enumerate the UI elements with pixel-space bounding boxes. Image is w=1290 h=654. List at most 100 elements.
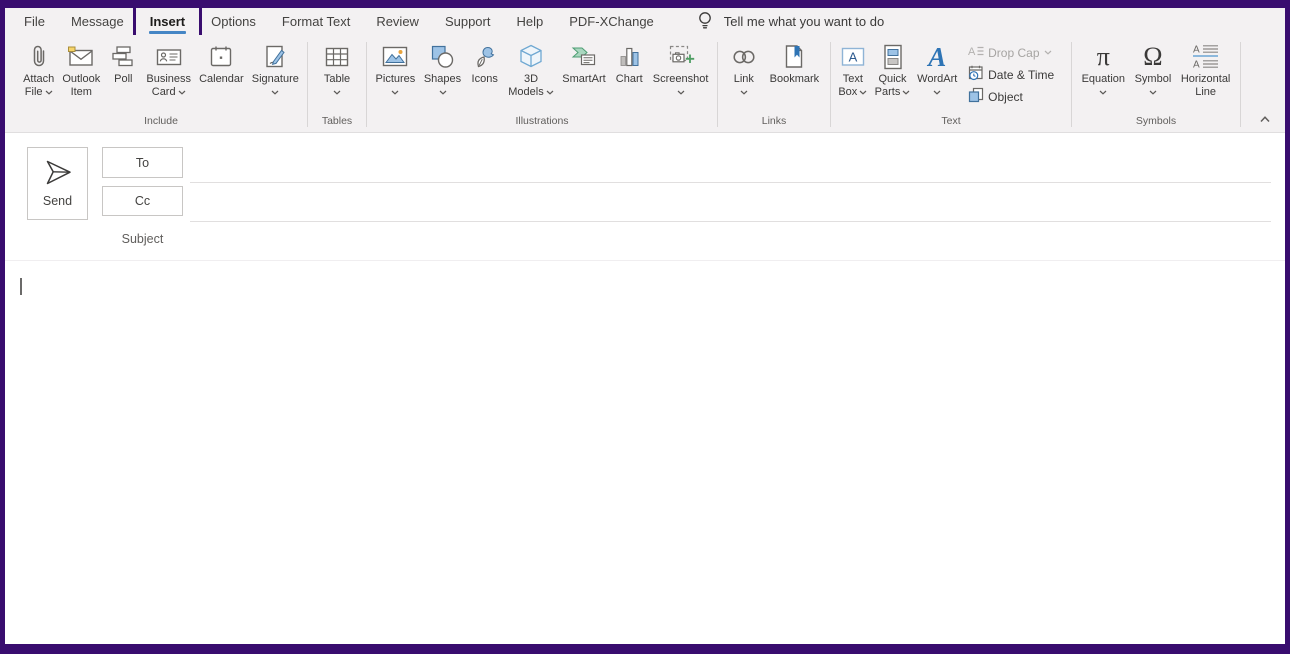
- link-button[interactable]: Link: [729, 35, 759, 115]
- tab-help[interactable]: Help: [503, 8, 556, 35]
- icons-button[interactable]: Icons: [470, 35, 500, 115]
- tab-support[interactable]: Support: [432, 8, 504, 35]
- chevron-down-icon: [45, 90, 53, 95]
- collapse-ribbon-button[interactable]: [1257, 113, 1273, 125]
- table-button[interactable]: Table: [322, 35, 352, 115]
- shapes-button[interactable]: Shapes: [424, 35, 461, 115]
- symbol-omega-icon: Ω: [1143, 40, 1162, 73]
- to-button[interactable]: To: [102, 147, 183, 178]
- tab-label: File: [24, 14, 45, 29]
- button-label: Line: [1195, 86, 1216, 99]
- signature-pen-icon: [260, 40, 290, 73]
- button-label: Card: [152, 86, 176, 99]
- quick-parts-icon: [878, 40, 908, 73]
- chevron-down-icon: [391, 90, 399, 95]
- button-label: File: [25, 86, 43, 99]
- wordart-icon: A: [928, 40, 946, 73]
- button-label: Business: [146, 73, 191, 86]
- screenshot-button[interactable]: Screenshot: [653, 35, 709, 115]
- button-label-line2: [271, 86, 279, 99]
- to-field[interactable]: [190, 182, 1271, 183]
- svg-text:A: A: [1193, 44, 1200, 55]
- signature-button[interactable]: Signature: [252, 35, 299, 115]
- poll-button[interactable]: Poll: [108, 35, 138, 115]
- 3d-models-button[interactable]: 3D Models: [508, 35, 553, 115]
- button-label-line2: [1149, 86, 1157, 99]
- ribbon: Attach File Outlook Item Poll Business C…: [5, 35, 1285, 133]
- equation-pi-icon: π: [1097, 40, 1110, 73]
- button-label-line2: Card: [152, 86, 186, 99]
- drop-cap-button[interactable]: A Drop Cap: [968, 44, 1064, 61]
- message-compose-area: Send To Cc Subject: [5, 133, 1285, 644]
- business-card-button[interactable]: Business Card: [146, 35, 191, 115]
- message-body[interactable]: [5, 261, 1285, 644]
- tell-me-box[interactable]: Tell me what you want to do: [697, 11, 884, 33]
- screenshot-camera-icon: [666, 40, 696, 73]
- tab-pdf-xchange[interactable]: PDF-XChange: [556, 8, 667, 35]
- drop-cap-icon: A: [968, 44, 984, 61]
- button-label: Poll: [114, 73, 132, 86]
- pictures-button[interactable]: Pictures: [376, 35, 416, 115]
- svg-text:A: A: [968, 46, 976, 58]
- button-label-line2: [391, 86, 399, 99]
- omega-glyph: Ω: [1143, 42, 1162, 72]
- calendar-button[interactable]: Calendar: [199, 35, 244, 115]
- ribbon-group-links: Link Bookmark Links: [718, 35, 830, 132]
- tab-review[interactable]: Review: [363, 8, 432, 35]
- button-label-line2: Line: [1195, 86, 1216, 99]
- group-label-symbols: Symbols: [1072, 115, 1240, 132]
- smartart-icon: [569, 40, 599, 73]
- chevron-down-icon: [439, 90, 447, 95]
- quick-parts-button[interactable]: Quick Parts: [875, 35, 911, 115]
- calendar-icon: [206, 40, 236, 73]
- button-label-line2: [439, 86, 447, 99]
- ribbon-group-text: A Text Box Quick Parts A WordArt A: [831, 35, 1071, 132]
- tab-label: Review: [376, 14, 419, 29]
- tab-label: Help: [516, 14, 543, 29]
- paperclip-icon: [24, 40, 54, 73]
- button-label-line2: [933, 86, 941, 99]
- button-label-line2: [740, 86, 748, 99]
- button-label: Horizontal: [1181, 73, 1231, 86]
- button-label: SmartArt: [562, 73, 605, 86]
- tab-file[interactable]: File: [11, 8, 58, 35]
- send-button[interactable]: Send: [27, 147, 88, 220]
- tab-message[interactable]: Message: [58, 8, 137, 35]
- send-plane-icon: [42, 159, 74, 188]
- tab-format-text[interactable]: Format Text: [269, 8, 363, 35]
- smartart-button[interactable]: SmartArt: [562, 35, 605, 115]
- tab-options[interactable]: Options: [198, 8, 269, 35]
- cc-field[interactable]: [190, 221, 1271, 222]
- chevron-down-icon: [271, 90, 279, 95]
- date-time-button[interactable]: Date & Time: [968, 66, 1064, 83]
- group-buttons: A Text Box Quick Parts A WordArt A: [831, 35, 1071, 115]
- tell-me-label: Tell me what you want to do: [724, 14, 884, 29]
- ribbon-group-tables: Table Tables: [308, 35, 366, 132]
- button-label: Bookmark: [770, 73, 820, 86]
- cc-button[interactable]: Cc: [102, 186, 183, 216]
- tab-label: Message: [71, 14, 124, 29]
- button-label: Item: [71, 86, 92, 99]
- button-label: Chart: [616, 73, 643, 86]
- attach-file-button[interactable]: Attach File: [23, 35, 54, 115]
- tab-insert[interactable]: Insert: [137, 8, 198, 35]
- wordart-glyph: A: [928, 42, 946, 72]
- chart-button[interactable]: Chart: [614, 35, 644, 115]
- date-time-icon: [968, 65, 984, 84]
- outlook-item-button[interactable]: Outlook Item: [62, 35, 100, 115]
- text-box-button[interactable]: A Text Box: [838, 35, 868, 115]
- symbol-button[interactable]: Ω Symbol: [1135, 35, 1172, 115]
- group-buttons: π Equation Ω Symbol AA Horizontal Line: [1072, 35, 1240, 115]
- group-buttons: Attach File Outlook Item Poll Business C…: [15, 35, 307, 115]
- bookmark-button[interactable]: Bookmark: [770, 35, 820, 115]
- object-button[interactable]: Object: [968, 88, 1064, 105]
- wordart-button[interactable]: A WordArt: [917, 35, 957, 115]
- horizontal-line-button[interactable]: AA Horizontal Line: [1181, 35, 1231, 115]
- button-label-line2: [1099, 86, 1107, 99]
- pi-glyph: π: [1097, 42, 1110, 72]
- chevron-down-icon: [1149, 90, 1157, 95]
- button-label: WordArt: [917, 73, 957, 86]
- equation-button[interactable]: π Equation: [1082, 35, 1125, 115]
- chevron-down-icon: [1099, 90, 1107, 95]
- ribbon-tab-bar: File Message Insert Options Format Text …: [5, 8, 1285, 35]
